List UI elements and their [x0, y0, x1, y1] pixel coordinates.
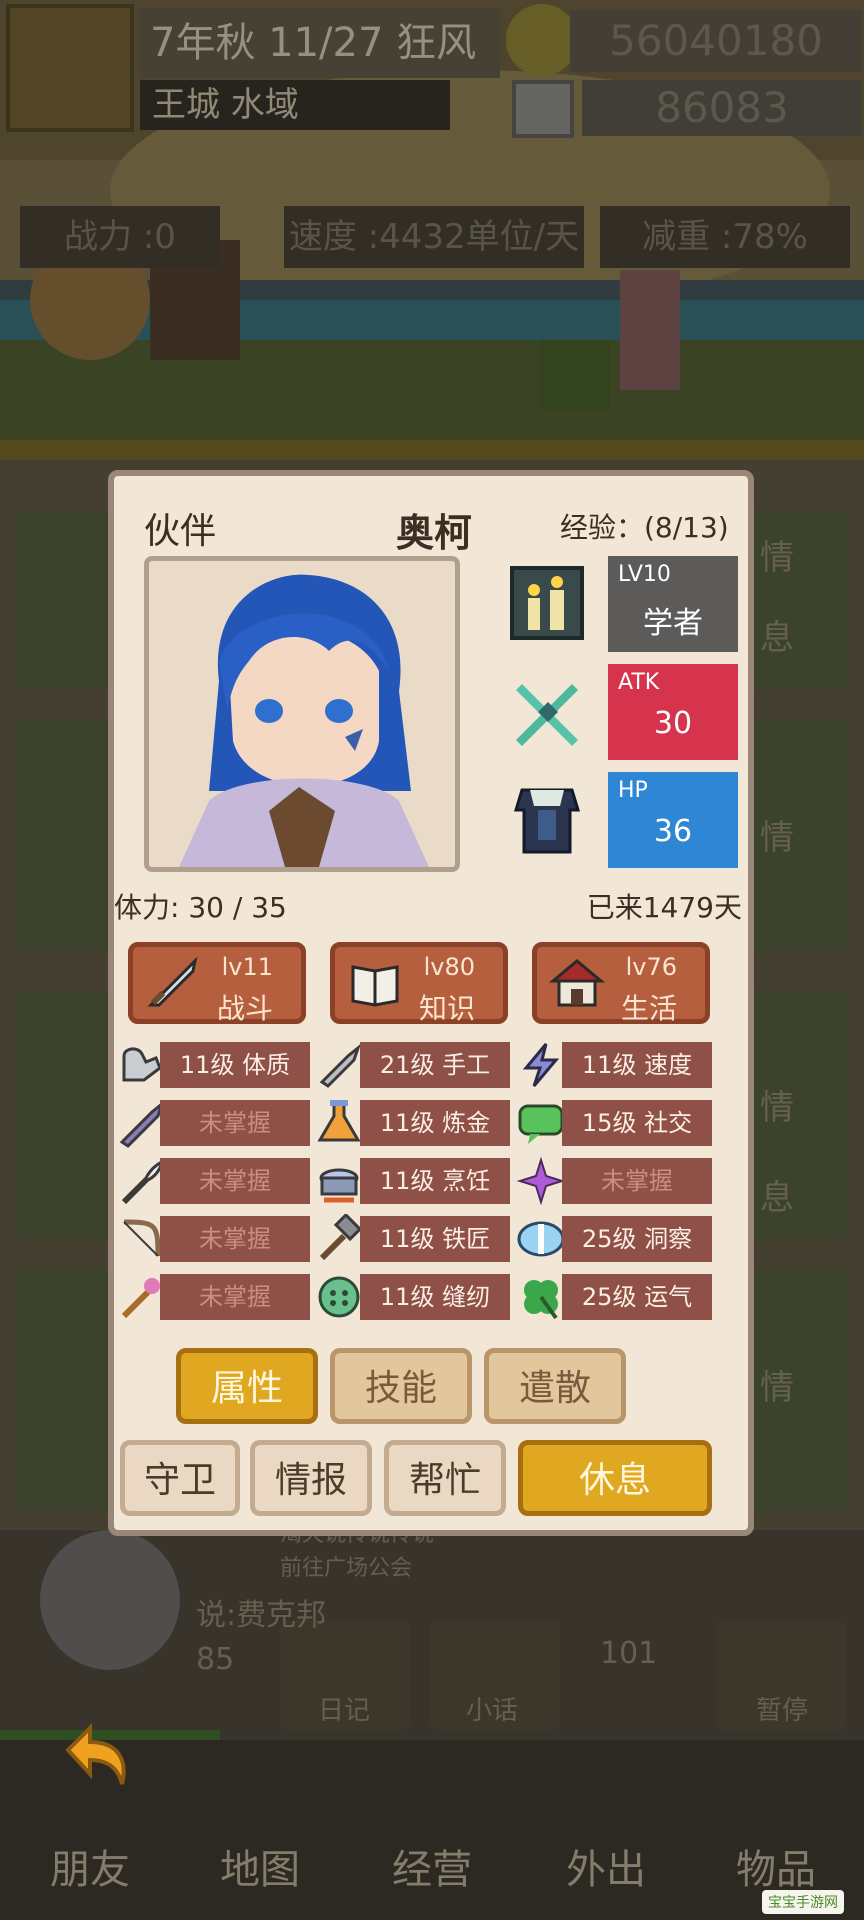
- weapon-crossed-blades-icon: [516, 684, 578, 746]
- panel-header: 伙伴: [144, 511, 217, 552]
- bg-log-text: 前往广场公会: [280, 1556, 413, 1581]
- bg-count: 85: [196, 1642, 235, 1677]
- class-level: LV10: [618, 562, 671, 587]
- companion-name: 奥柯: [396, 511, 473, 555]
- skill-unlearned[interactable]: 未掌握: [160, 1100, 310, 1146]
- character-portrait-image: [149, 561, 455, 867]
- pause-button[interactable]: 暂停: [756, 1690, 808, 1727]
- nav-map[interactable]: 地图: [190, 1830, 330, 1910]
- help-button[interactable]: 帮忙: [384, 1440, 506, 1516]
- skill-speed[interactable]: 11级 速度: [562, 1042, 712, 1088]
- chat-bubble-icon: [518, 1104, 564, 1144]
- atk-box: ATK 30: [608, 664, 738, 760]
- skill-unlearned[interactable]: 未掌握: [160, 1158, 310, 1204]
- power-stat: 战力 :0: [20, 206, 220, 268]
- gem-amount: 86083: [582, 80, 862, 136]
- category-name: 知识: [418, 992, 475, 1025]
- gem-icon: [512, 80, 574, 138]
- purple-sword-icon: [119, 1099, 166, 1148]
- season-leaf-icon: [6, 4, 134, 132]
- gold-coin-icon: [506, 4, 578, 76]
- house-icon: [549, 959, 605, 1007]
- class-box: LV10 学者: [608, 556, 738, 652]
- category-level: lv80: [423, 953, 475, 981]
- cooking-pot-icon: [319, 1168, 359, 1203]
- diary-button[interactable]: 日记: [318, 1690, 370, 1727]
- alchemy-flask-icon: [317, 1100, 361, 1142]
- skill-social[interactable]: 15级 社交: [562, 1100, 712, 1146]
- skill-sewing[interactable]: 11级 缝纫: [360, 1274, 510, 1320]
- location-label: 王城 水域: [140, 80, 450, 130]
- nav-manage[interactable]: 经营: [362, 1830, 502, 1910]
- companion-panel: 伙伴 奥柯 经验：(8/13) LV10 学者 ATK 30 HP 36 体力:…: [108, 470, 754, 1536]
- guard-button[interactable]: 守卫: [120, 1440, 240, 1516]
- skill-unlearned[interactable]: 未掌握: [160, 1274, 310, 1320]
- skill-constitution[interactable]: 11级 体质: [160, 1042, 310, 1088]
- skill-unlearned[interactable]: 未掌握: [160, 1216, 310, 1262]
- class-name: 学者: [643, 606, 703, 641]
- gold-amount: 56040180: [570, 10, 862, 72]
- category-level: lv76: [625, 953, 677, 981]
- trick-button[interactable]: 小话: [466, 1690, 518, 1727]
- companion-portrait: [144, 556, 460, 872]
- bg-list-button: 情: [760, 1368, 794, 1408]
- scholar-candles-icon: [510, 566, 584, 640]
- weight-stat: 减重 :78%: [600, 206, 850, 268]
- arm-muscle-icon: [122, 1047, 162, 1082]
- category-combat[interactable]: lv11 战斗: [128, 942, 306, 1025]
- days-label: 已来1479天: [586, 891, 742, 924]
- bg-list-button: 情: [760, 1088, 794, 1128]
- atk-value: 30: [653, 706, 693, 741]
- sword-icon: [147, 956, 198, 1007]
- skill-luck[interactable]: 25级 运气: [562, 1274, 712, 1320]
- bg-list-button: 情: [760, 818, 794, 858]
- purple-sparkle-icon: [516, 1156, 566, 1206]
- speed-stat: 速度 :4432单位/天: [284, 206, 584, 268]
- bg-list-button: 息: [760, 1178, 794, 1218]
- site-watermark: 宝宝手游网: [762, 1890, 844, 1914]
- hp-value: 36: [653, 814, 693, 849]
- intel-button[interactable]: 情报: [250, 1440, 372, 1516]
- clover-icon: [524, 1280, 558, 1320]
- category-level: lv11: [221, 953, 273, 981]
- skill-unlearned[interactable]: 未掌握: [562, 1158, 712, 1204]
- atk-label: ATK: [618, 670, 660, 695]
- category-knowledge[interactable]: lv80 知识: [330, 942, 508, 1025]
- back-arrow-icon[interactable]: [48, 1720, 138, 1800]
- tab-attributes[interactable]: 属性: [176, 1348, 318, 1424]
- date-weather-label: 7年秋 11/27 狂风: [140, 8, 500, 78]
- skill-insight[interactable]: 25级 洞察: [562, 1216, 712, 1262]
- category-life[interactable]: lv76 生活: [532, 942, 710, 1025]
- category-name: 生活: [620, 992, 677, 1025]
- armor-robe-icon: [513, 788, 581, 854]
- skill-cooking[interactable]: 11级 烹饪: [360, 1158, 510, 1204]
- category-name: 战斗: [216, 992, 273, 1025]
- skill-handcraft[interactable]: 21级 手工: [360, 1042, 510, 1088]
- magic-wand-icon: [121, 1278, 160, 1319]
- bg-notice: 说:费克邦: [196, 1598, 327, 1633]
- bow-icon: [123, 1219, 161, 1257]
- bg-list-button: 情: [760, 538, 794, 578]
- skill-blacksmith[interactable]: 11级 铁匠: [360, 1216, 510, 1262]
- stamina-label: 体力: 30 / 35: [114, 891, 287, 924]
- skill-alchemy[interactable]: 11级 炼金: [360, 1100, 510, 1146]
- craft-knife-icon: [319, 1043, 362, 1088]
- dismiss-button[interactable]: 遣散: [484, 1348, 626, 1424]
- button-sewing-icon: [318, 1276, 360, 1318]
- book-icon: [351, 965, 399, 1007]
- bg-action-count: 101: [600, 1636, 658, 1671]
- hammer-icon: [319, 1214, 363, 1261]
- lightning-icon: [522, 1043, 560, 1087]
- nav-outing[interactable]: 外出: [536, 1830, 676, 1910]
- hp-box: HP 36: [608, 772, 738, 868]
- tab-skills[interactable]: 技能: [330, 1348, 472, 1424]
- white-feather-icon: [121, 1159, 164, 1205]
- rest-button[interactable]: 休息: [518, 1440, 712, 1516]
- bg-list-button: 息: [760, 618, 794, 658]
- insight-eye-icon: [517, 1221, 565, 1257]
- exp-label: 经验：(8/13): [560, 511, 729, 544]
- hp-label: HP: [618, 778, 648, 803]
- nav-friends[interactable]: 朋友: [20, 1830, 160, 1910]
